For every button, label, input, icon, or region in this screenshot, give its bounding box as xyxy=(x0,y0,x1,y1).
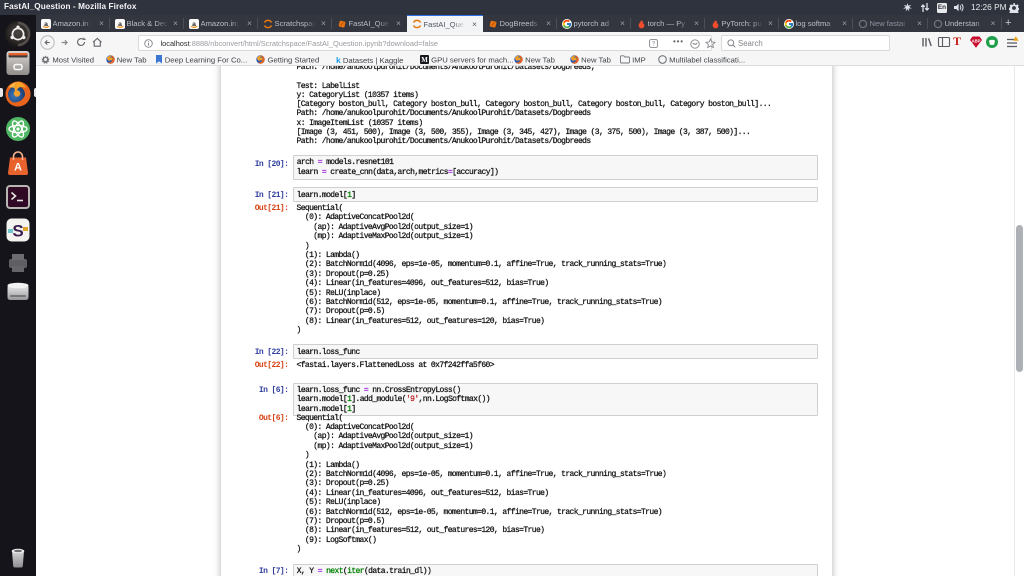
svg-text:M: M xyxy=(421,56,428,64)
svg-text:A: A xyxy=(14,162,22,174)
svg-text:?: ? xyxy=(652,42,656,48)
svg-text:ABP: ABP xyxy=(971,38,980,43)
svg-text:S: S xyxy=(12,222,23,241)
